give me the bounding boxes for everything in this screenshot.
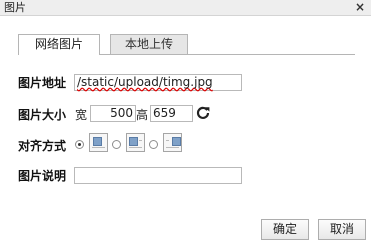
ok-button[interactable]: 确定	[261, 219, 309, 240]
url-value: /static/upload/timg.jpg	[77, 75, 213, 89]
align-left-option[interactable]	[126, 133, 145, 152]
align-radio-left[interactable]	[112, 140, 121, 149]
cancel-button[interactable]: 取消	[318, 219, 366, 240]
height-input[interactable]: 659	[150, 105, 193, 122]
desc-input[interactable]	[74, 167, 242, 184]
close-icon[interactable]: ×	[355, 0, 365, 15]
align-radio-none[interactable]	[75, 140, 84, 149]
align-radio-right[interactable]	[149, 140, 158, 149]
tab-web-image[interactable]: 网络图片	[18, 34, 100, 55]
align-label: 对齐方式	[18, 139, 67, 153]
width-label: 宽	[75, 108, 88, 122]
desc-label: 图片说明	[18, 169, 67, 183]
tab-local-upload[interactable]: 本地上传	[110, 34, 188, 54]
dialog-title: 图片	[4, 1, 26, 14]
refresh-icon[interactable]	[196, 106, 210, 120]
url-label: 图片地址	[18, 76, 67, 90]
height-label: 高	[136, 108, 149, 122]
dialog-titlebar: 图片 ×	[0, 0, 371, 16]
align-right-option[interactable]	[163, 133, 182, 152]
align-none-option[interactable]	[89, 133, 108, 152]
url-input[interactable]: /static/upload/timg.jpg	[74, 74, 242, 91]
size-label: 图片大小	[18, 108, 67, 122]
width-input[interactable]: 500	[90, 105, 136, 122]
